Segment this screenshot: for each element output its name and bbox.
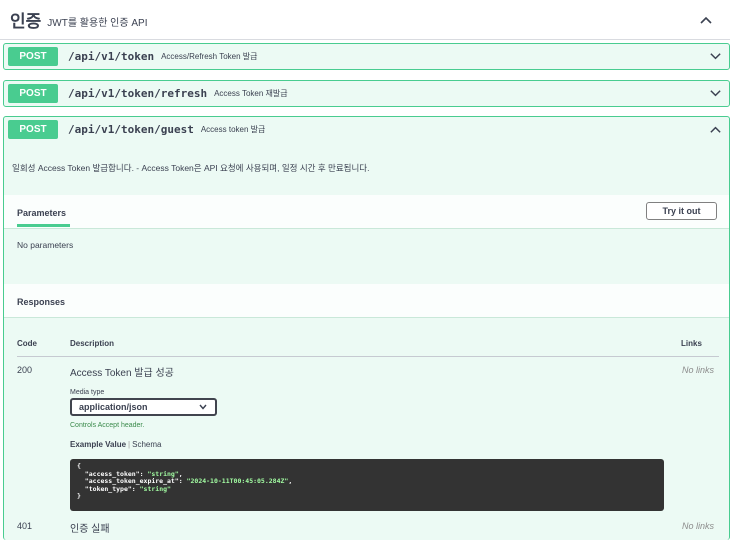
method-badge: POST xyxy=(8,120,58,139)
operation-summary[interactable]: POST /api/v1/token/guest Access token 발급 xyxy=(4,117,729,142)
parameters-tab-underline xyxy=(17,224,70,227)
response-links: No links xyxy=(682,521,715,531)
chevron-up-icon[interactable] xyxy=(709,123,722,136)
operation-summary-text: Access token 발급 xyxy=(200,125,266,134)
schema-tab[interactable]: Schema xyxy=(132,440,161,449)
example-value-tab[interactable]: Example Value xyxy=(70,440,126,449)
parameters-header: Parameters Try it out xyxy=(4,195,729,229)
response-description: 인증 실패 xyxy=(70,524,110,535)
operation-token-guest: POST /api/v1/token/guest Access token 발급… xyxy=(3,116,730,540)
chevron-down-icon[interactable] xyxy=(709,50,722,63)
example-code-block: { "access_token": "string", "access_toke… xyxy=(70,459,664,511)
tag-name: 인증 xyxy=(10,12,42,31)
parameters-tab[interactable]: Parameters xyxy=(17,208,66,218)
responses-title: Responses xyxy=(17,297,66,307)
operation-summary-text: Access/Refresh Token 발급 xyxy=(161,52,258,61)
column-code: Code xyxy=(17,339,37,348)
operation-token[interactable]: POST /api/v1/token Access/Refresh Token … xyxy=(3,43,730,70)
responses-header: Responses xyxy=(4,284,729,318)
operation-summary[interactable]: POST /api/v1/token Access/Refresh Token … xyxy=(4,44,729,69)
response-code: 401 xyxy=(17,521,33,531)
try-it-out-button[interactable]: Try it out xyxy=(646,202,717,220)
tag-description: JWT를 활용한 인증 API xyxy=(47,17,148,29)
method-badge: POST xyxy=(8,84,58,103)
media-type-label: Media type xyxy=(70,389,105,396)
controls-accept-text: Controls Accept header. xyxy=(70,422,145,429)
operation-summary[interactable]: POST /api/v1/token/refresh Access Token … xyxy=(4,81,729,106)
operation-description: 일회성 Access Token 발급합니다. - Access Token은 … xyxy=(12,163,370,173)
response-links: No links xyxy=(682,365,715,375)
operation-token-refresh[interactable]: POST /api/v1/token/refresh Access Token … xyxy=(3,80,730,107)
response-description: Access Token 발급 성공 xyxy=(70,368,174,379)
example-tabs: Example Value | Schema xyxy=(70,440,162,449)
media-type-select[interactable]: application/json xyxy=(70,398,217,416)
tag-header[interactable]: 인증 JWT를 활용한 인증 API xyxy=(0,0,730,40)
table-divider xyxy=(17,356,719,357)
method-badge: POST xyxy=(8,47,58,66)
chevron-down-icon xyxy=(199,404,207,410)
operation-summary-text: Access Token 재발급 xyxy=(214,89,288,98)
chevron-up-icon[interactable] xyxy=(698,12,714,28)
operation-path: /api/v1/token/refresh xyxy=(68,87,208,100)
media-type-value: application/json xyxy=(79,402,148,412)
operation-path: /api/v1/token xyxy=(68,50,155,63)
operation-path: /api/v1/token/guest xyxy=(68,123,194,136)
no-parameters-text: No parameters xyxy=(17,240,74,250)
column-description: Description xyxy=(70,339,115,348)
column-links: Links xyxy=(681,339,702,348)
response-code: 200 xyxy=(17,365,33,375)
chevron-down-icon[interactable] xyxy=(709,87,722,100)
